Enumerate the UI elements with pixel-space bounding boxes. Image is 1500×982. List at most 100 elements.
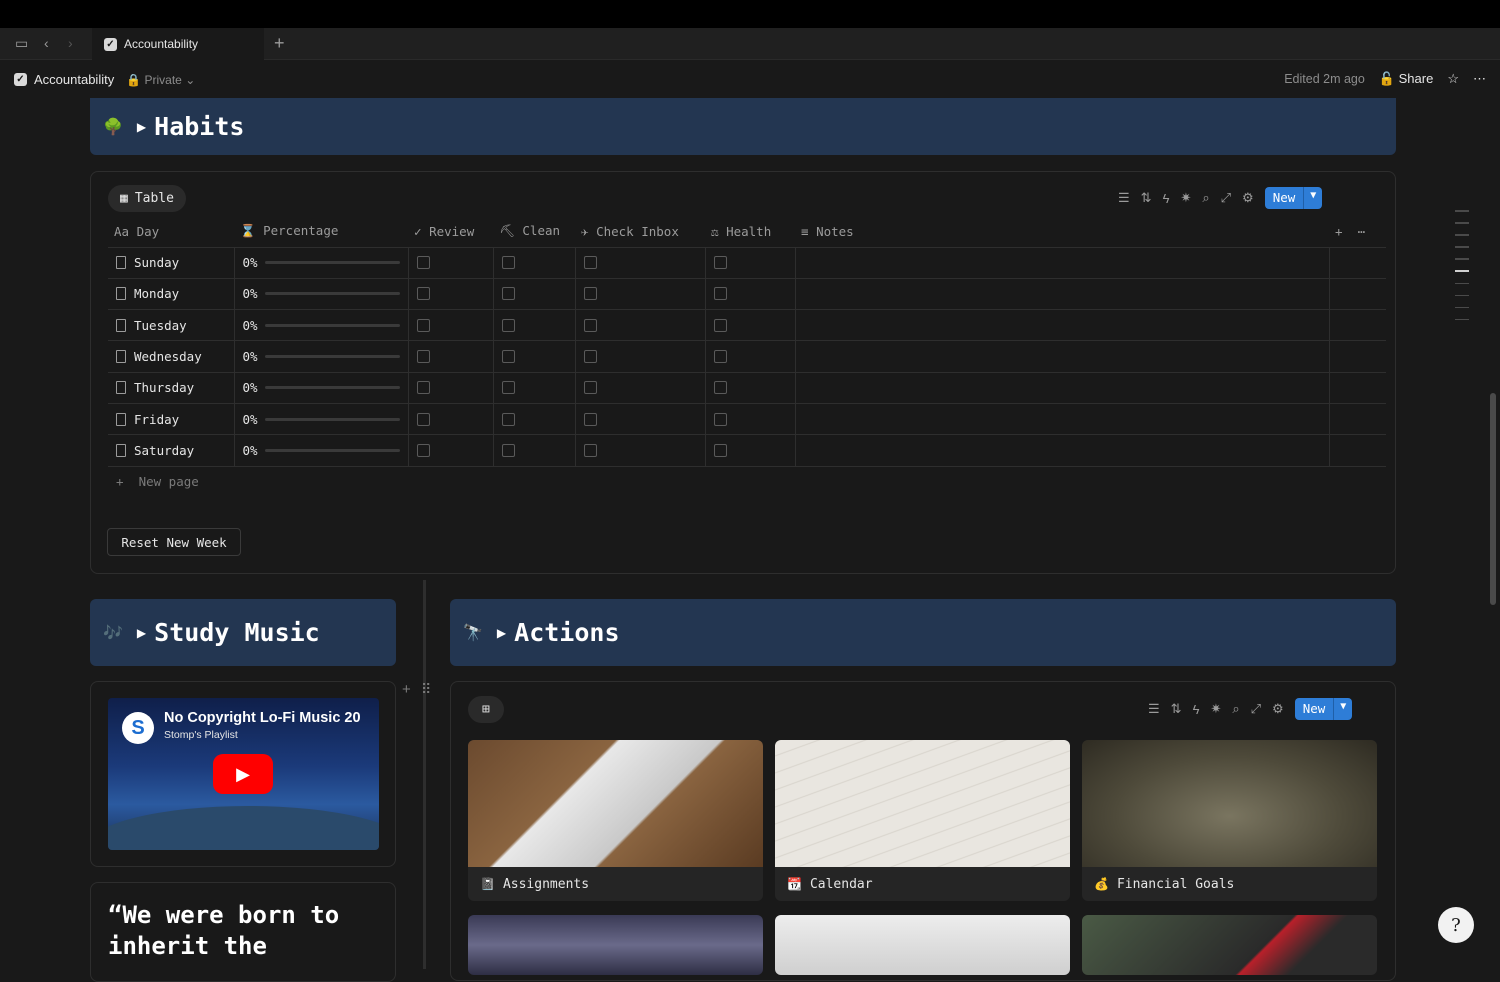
- column-check-inbox[interactable]: ✈ Check Inbox: [575, 216, 705, 248]
- sort-icon[interactable]: ⇅: [1141, 190, 1152, 206]
- video-embed[interactable]: S No Copyright Lo-Fi Music 20 Stomp's Pl…: [108, 698, 379, 850]
- review-checkbox[interactable]: [416, 443, 430, 457]
- search-icon[interactable]: ⌕: [1232, 701, 1239, 717]
- ai-icon[interactable]: ✷: [1210, 701, 1221, 717]
- review-checkbox[interactable]: [416, 287, 430, 301]
- new-button[interactable]: New ▼: [1294, 698, 1353, 720]
- check-inbox-checkbox[interactable]: [583, 350, 597, 364]
- filter-icon[interactable]: ☰: [1148, 701, 1160, 717]
- notes-cell[interactable]: [795, 372, 1330, 404]
- column-clean[interactable]: ⛏ Clean: [493, 216, 575, 248]
- automation-icon[interactable]: ϟ: [1193, 702, 1200, 717]
- table-row[interactable]: Wednesday 0%: [108, 340, 1386, 373]
- clean-checkbox[interactable]: [501, 443, 515, 457]
- view-tab-table[interactable]: ▦ Table: [108, 185, 186, 212]
- play-icon[interactable]: ▶: [213, 754, 273, 794]
- column-day[interactable]: Aa Day: [108, 216, 234, 248]
- notes-cell[interactable]: [795, 434, 1330, 467]
- card-financial-goals[interactable]: 💰 Financial Goals: [1082, 740, 1377, 901]
- settings-icon[interactable]: ⚙: [1272, 701, 1284, 717]
- column-notes[interactable]: ≡ Notes: [795, 216, 1329, 248]
- ai-icon[interactable]: ✷: [1180, 190, 1191, 206]
- filter-icon[interactable]: ☰: [1118, 190, 1130, 206]
- star-icon[interactable]: ☆: [1447, 71, 1459, 87]
- table-row[interactable]: Thursday 0%: [108, 372, 1386, 404]
- chevron-down-icon[interactable]: ▼: [1303, 187, 1322, 209]
- automation-icon[interactable]: ϟ: [1163, 191, 1170, 206]
- reset-new-week-button[interactable]: Reset New Week: [107, 528, 241, 556]
- table-row[interactable]: Monday 0%: [108, 278, 1386, 311]
- column-percentage[interactable]: ⌛ Percentage: [234, 216, 408, 248]
- card-camera-gift[interactable]: [1082, 915, 1377, 975]
- notes-cell[interactable]: [795, 278, 1330, 311]
- table-row[interactable]: Saturday 0%: [108, 434, 1386, 467]
- add-block-icon[interactable]: +: [402, 681, 411, 698]
- review-checkbox[interactable]: [416, 381, 430, 395]
- health-checkbox[interactable]: [713, 443, 727, 457]
- view-tab-gallery[interactable]: ⊞: [468, 696, 504, 723]
- day-cell[interactable]: Tuesday: [108, 309, 235, 342]
- notes-cell[interactable]: [795, 309, 1330, 342]
- review-checkbox[interactable]: [416, 318, 430, 332]
- back-icon[interactable]: ‹: [44, 35, 49, 51]
- new-tab-button[interactable]: +: [274, 33, 285, 54]
- clean-checkbox[interactable]: [501, 350, 515, 364]
- health-checkbox[interactable]: [713, 256, 727, 270]
- review-checkbox[interactable]: [416, 350, 430, 364]
- check-inbox-checkbox[interactable]: [583, 256, 597, 270]
- clean-checkbox[interactable]: [501, 287, 515, 301]
- day-cell[interactable]: Monday: [108, 278, 235, 311]
- clean-checkbox[interactable]: [501, 318, 515, 332]
- health-checkbox[interactable]: [713, 287, 727, 301]
- help-assistant-button[interactable]: ?: [1438, 907, 1474, 943]
- more-icon[interactable]: ⋯: [1358, 224, 1366, 239]
- day-cell[interactable]: Saturday: [108, 434, 235, 467]
- column-review[interactable]: ✓ Review: [408, 216, 493, 248]
- health-checkbox[interactable]: [713, 318, 727, 332]
- card-calendar[interactable]: 📆 Calendar: [775, 740, 1070, 901]
- more-icon[interactable]: ⋯: [1473, 71, 1486, 87]
- card-signing[interactable]: [775, 915, 1070, 975]
- check-inbox-checkbox[interactable]: [583, 287, 597, 301]
- privacy-dropdown[interactable]: 🔒 Private ⌄: [126, 73, 195, 87]
- new-page-button[interactable]: + New page: [116, 474, 199, 489]
- scrollbar[interactable]: [1490, 393, 1496, 605]
- health-checkbox[interactable]: [713, 350, 727, 364]
- review-checkbox[interactable]: [416, 412, 430, 426]
- notes-cell[interactable]: [795, 340, 1330, 373]
- check-inbox-checkbox[interactable]: [583, 412, 597, 426]
- column-divider[interactable]: [423, 580, 426, 969]
- card-assignments[interactable]: 📓 Assignments: [468, 740, 763, 901]
- day-cell[interactable]: Wednesday: [108, 340, 235, 373]
- add-column-icon[interactable]: +: [1335, 224, 1343, 239]
- sidebar-toggle-icon[interactable]: ▭: [15, 35, 28, 52]
- breadcrumb[interactable]: ✓ Accountability 🔒 Private ⌄: [14, 72, 195, 87]
- check-inbox-checkbox[interactable]: [583, 443, 597, 457]
- settings-icon[interactable]: ⚙: [1242, 190, 1254, 206]
- check-inbox-checkbox[interactable]: [583, 381, 597, 395]
- chevron-down-icon[interactable]: ▼: [1333, 698, 1352, 720]
- clean-checkbox[interactable]: [501, 381, 515, 395]
- notes-cell[interactable]: [795, 247, 1330, 279]
- clean-checkbox[interactable]: [501, 412, 515, 426]
- page-outline[interactable]: [1455, 210, 1469, 331]
- notes-cell[interactable]: [795, 403, 1330, 436]
- health-checkbox[interactable]: [713, 381, 727, 395]
- sort-icon[interactable]: ⇅: [1171, 701, 1182, 717]
- toggle-triangle-icon[interactable]: ▶: [137, 626, 146, 640]
- tab-accountability[interactable]: ✓ Accountability: [92, 28, 264, 60]
- toggle-triangle-icon[interactable]: ▶: [497, 626, 506, 640]
- day-cell[interactable]: Thursday: [108, 372, 235, 404]
- day-cell[interactable]: Sunday: [108, 247, 235, 279]
- health-checkbox[interactable]: [713, 412, 727, 426]
- table-row[interactable]: Tuesday 0%: [108, 309, 1386, 342]
- share-button[interactable]: 🔓 Share: [1379, 71, 1434, 87]
- toggle-triangle-icon[interactable]: ▶: [137, 120, 146, 134]
- forward-icon[interactable]: ›: [68, 35, 73, 51]
- day-cell[interactable]: Friday: [108, 403, 235, 436]
- expand-icon[interactable]: ⤢: [1221, 190, 1231, 206]
- check-inbox-checkbox[interactable]: [583, 318, 597, 332]
- new-button[interactable]: New ▼: [1264, 187, 1323, 209]
- table-row[interactable]: Friday 0%: [108, 403, 1386, 436]
- table-row[interactable]: Sunday 0%: [108, 247, 1386, 279]
